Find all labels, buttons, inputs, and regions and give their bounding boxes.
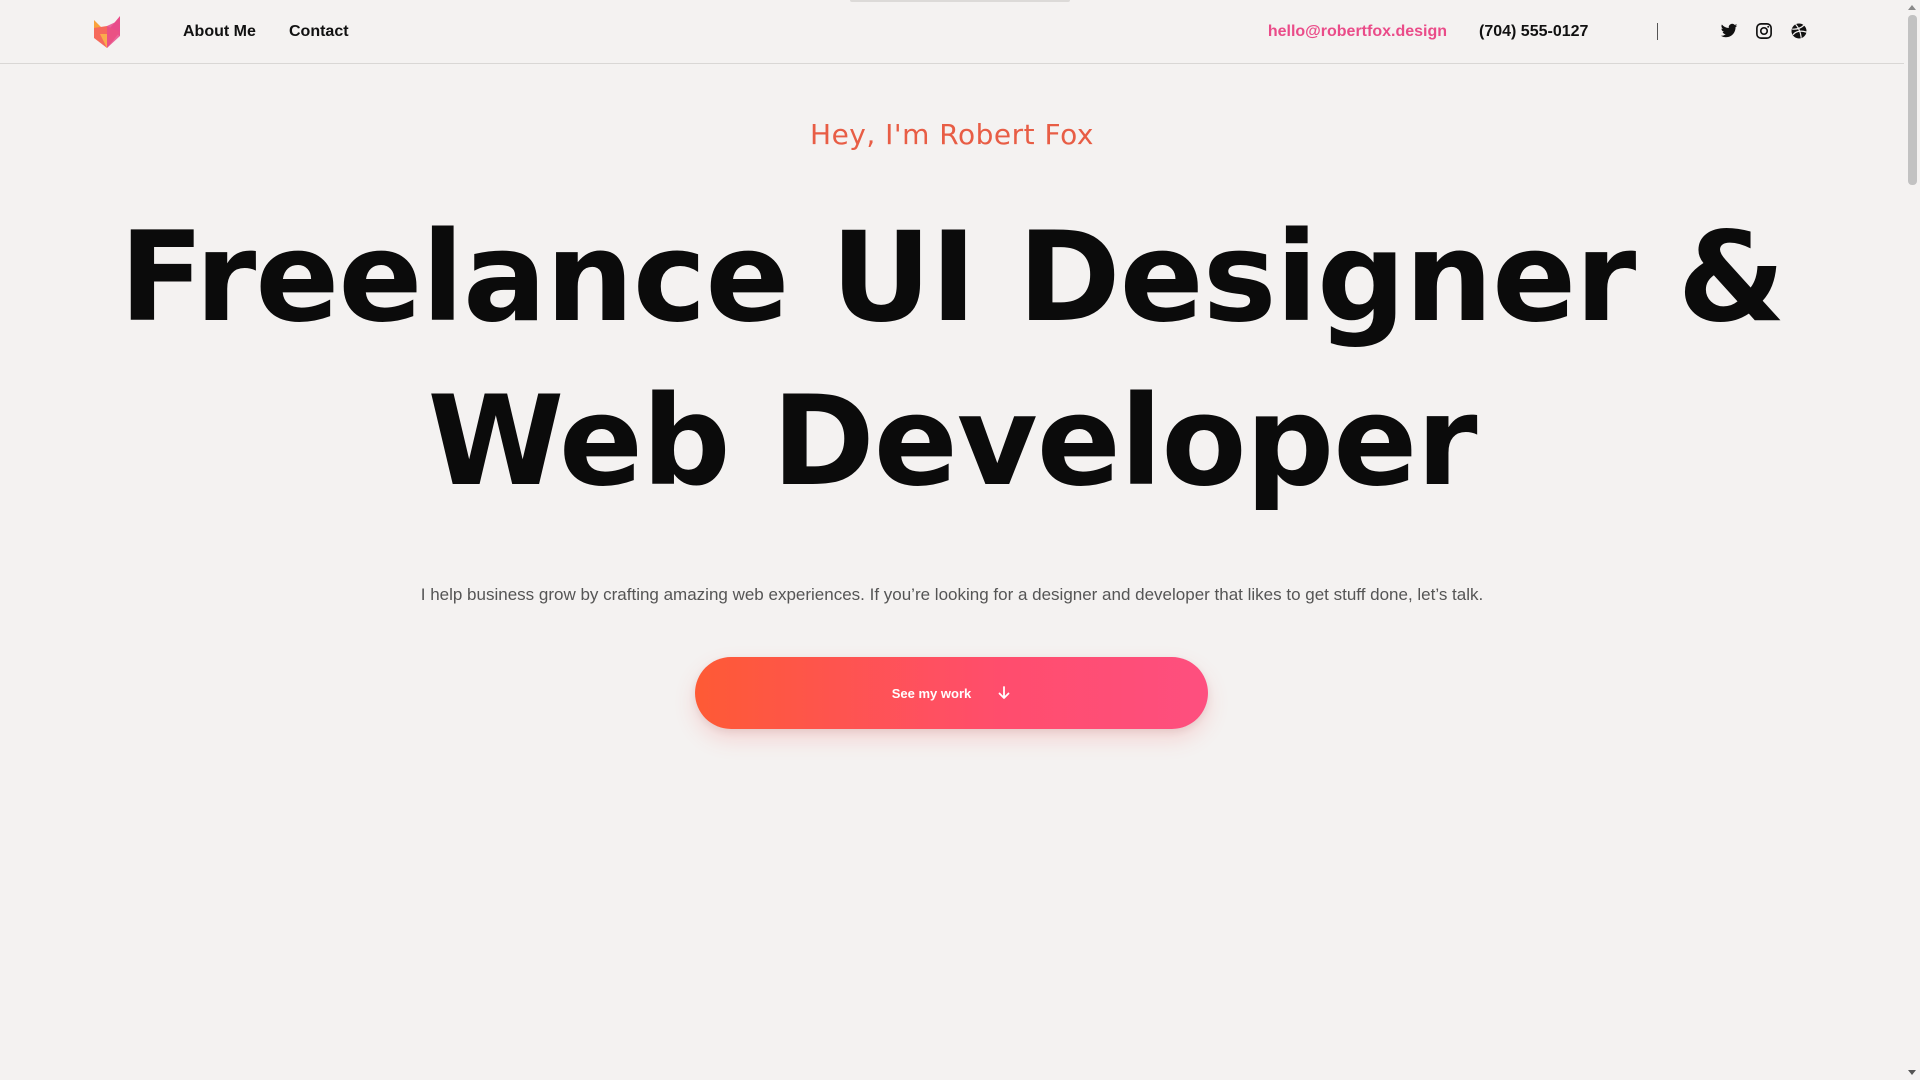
email-link[interactable]: hello@robertfox.design	[1268, 22, 1447, 42]
page: About Me Contact hello@robertfox.design …	[0, 0, 1920, 1080]
fox-logo[interactable]	[94, 16, 120, 48]
nav-contact[interactable]: Contact	[289, 22, 349, 42]
header-divider	[1657, 23, 1658, 40]
arrow-down-icon	[998, 686, 1010, 699]
vertical-scrollbar[interactable]	[1904, 0, 1920, 1080]
twitter-icon[interactable]	[1720, 22, 1738, 40]
scroll-down-arrow-icon[interactable]	[1908, 1070, 1916, 1075]
top-shadow-decoration	[850, 0, 1070, 2]
site-header: About Me Contact hello@robertfox.design …	[0, 0, 1904, 64]
scroll-up-arrow-icon[interactable]	[1908, 5, 1916, 10]
phone-number[interactable]: (704) 555-0127	[1479, 22, 1588, 42]
instagram-icon[interactable]	[1755, 22, 1773, 40]
headline-line-2: Web Developer	[427, 370, 1477, 514]
see-my-work-label: See my work	[891, 685, 972, 701]
dribbble-icon[interactable]	[1790, 22, 1808, 40]
scrollbar-thumb[interactable]	[1908, 15, 1917, 185]
see-my-work-button[interactable]: See my work	[695, 657, 1208, 729]
hero-intro: I help business grow by crafting amazing…	[420, 585, 1484, 604]
headline-line-1: Freelance UI Designer &	[119, 206, 1785, 350]
hero-greeting: Hey, I'm Robert Fox	[810, 118, 1094, 151]
nav-about-me[interactable]: About Me	[183, 22, 256, 42]
hero-headline: Freelance UI Designer & Web Developer	[0, 196, 1904, 524]
